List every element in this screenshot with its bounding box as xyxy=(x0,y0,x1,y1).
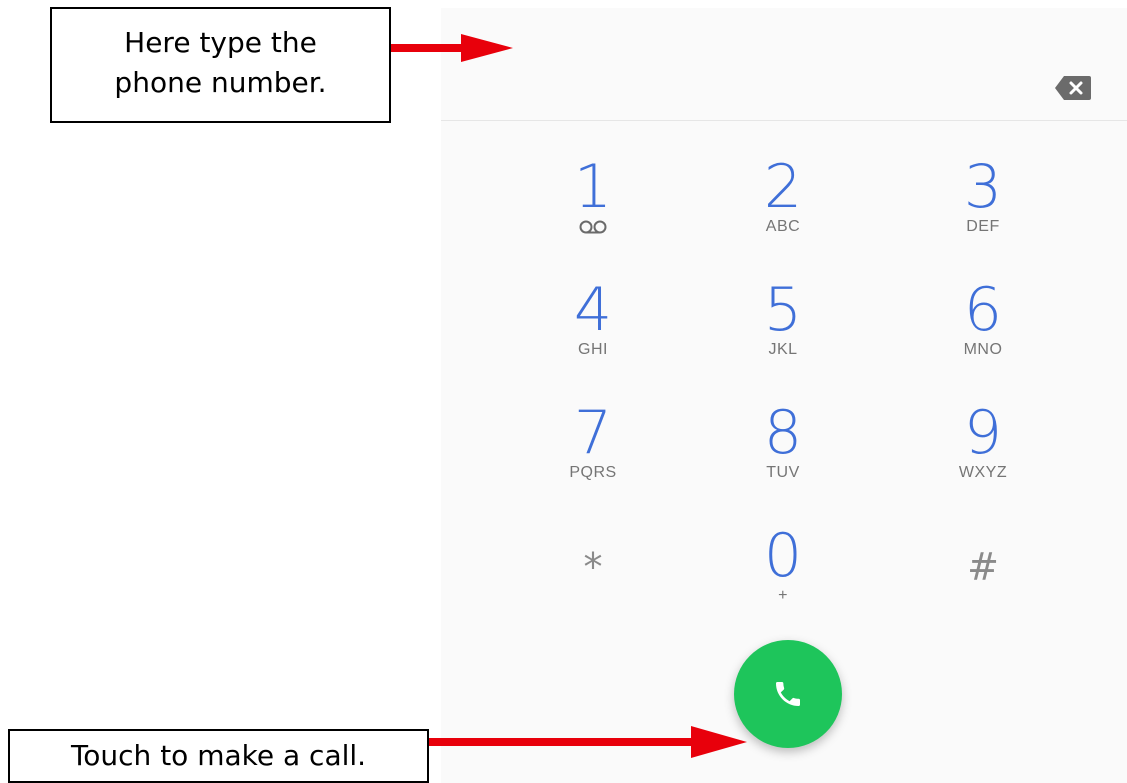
annotation-line: Here type the xyxy=(124,26,317,59)
key-digit: 5 xyxy=(763,275,803,345)
annotation-arrow-top xyxy=(391,34,513,62)
key-7[interactable]: 7 PQRS xyxy=(513,402,673,512)
key-4[interactable]: 4 GHI xyxy=(513,279,673,389)
key-star[interactable]: * xyxy=(513,536,673,646)
key-letters: + xyxy=(778,587,788,604)
key-digit: 3 xyxy=(963,152,1003,222)
key-letters: PQRS xyxy=(569,464,617,481)
key-5[interactable]: 5 JKL xyxy=(703,279,863,389)
key-digit: 6 xyxy=(963,275,1003,345)
key-6[interactable]: 6 MNO xyxy=(903,279,1063,389)
key-letters: JKL xyxy=(768,341,798,358)
key-digit: 8 xyxy=(763,398,803,468)
key-1[interactable]: 1 xyxy=(513,156,673,266)
key-8[interactable]: 8 TUV xyxy=(703,402,863,512)
number-entry-bar[interactable] xyxy=(441,8,1127,121)
key-digit: 9 xyxy=(963,398,1003,468)
key-letters: WXYZ xyxy=(958,464,1008,481)
key-9[interactable]: 9 WXYZ xyxy=(903,402,1063,512)
phone-icon xyxy=(776,682,800,706)
key-digit: 7 xyxy=(573,398,613,468)
phone-number-field[interactable] xyxy=(461,38,1021,88)
annotation-type-number: Here type the phone number. xyxy=(50,7,391,123)
tutorial-screenshot: 1 2 ABC 3 DEF 4 GHI 5 JKL 6 MNO 7 PQRS 8… xyxy=(0,0,1127,783)
key-letters: GHI xyxy=(578,341,608,358)
phone-dialer: 1 2 ABC 3 DEF 4 GHI 5 JKL 6 MNO 7 PQRS 8… xyxy=(441,8,1127,783)
key-digit: 0 xyxy=(763,521,803,591)
key-digit: * xyxy=(583,545,603,589)
annotation-line: phone number. xyxy=(114,66,327,99)
key-letters: TUV xyxy=(766,464,800,481)
annotation-make-call: Touch to make a call. xyxy=(8,729,429,783)
key-3[interactable]: 3 DEF xyxy=(903,156,1063,266)
key-2[interactable]: 2 ABC xyxy=(703,156,863,266)
key-letters: DEF xyxy=(966,218,1000,235)
key-digit: 2 xyxy=(763,152,803,222)
backspace-icon[interactable] xyxy=(1054,75,1092,101)
key-hash[interactable]: # xyxy=(903,536,1063,646)
key-digit: # xyxy=(967,545,999,589)
key-0[interactable]: 0 + xyxy=(703,525,863,635)
call-button[interactable] xyxy=(734,640,842,748)
key-digit: 1 xyxy=(573,152,613,222)
annotation-arrow-bottom xyxy=(429,726,747,758)
key-letters: MNO xyxy=(963,341,1003,358)
key-letters: ABC xyxy=(765,218,801,235)
voicemail-icon xyxy=(578,220,608,234)
key-digit: 4 xyxy=(573,275,613,345)
